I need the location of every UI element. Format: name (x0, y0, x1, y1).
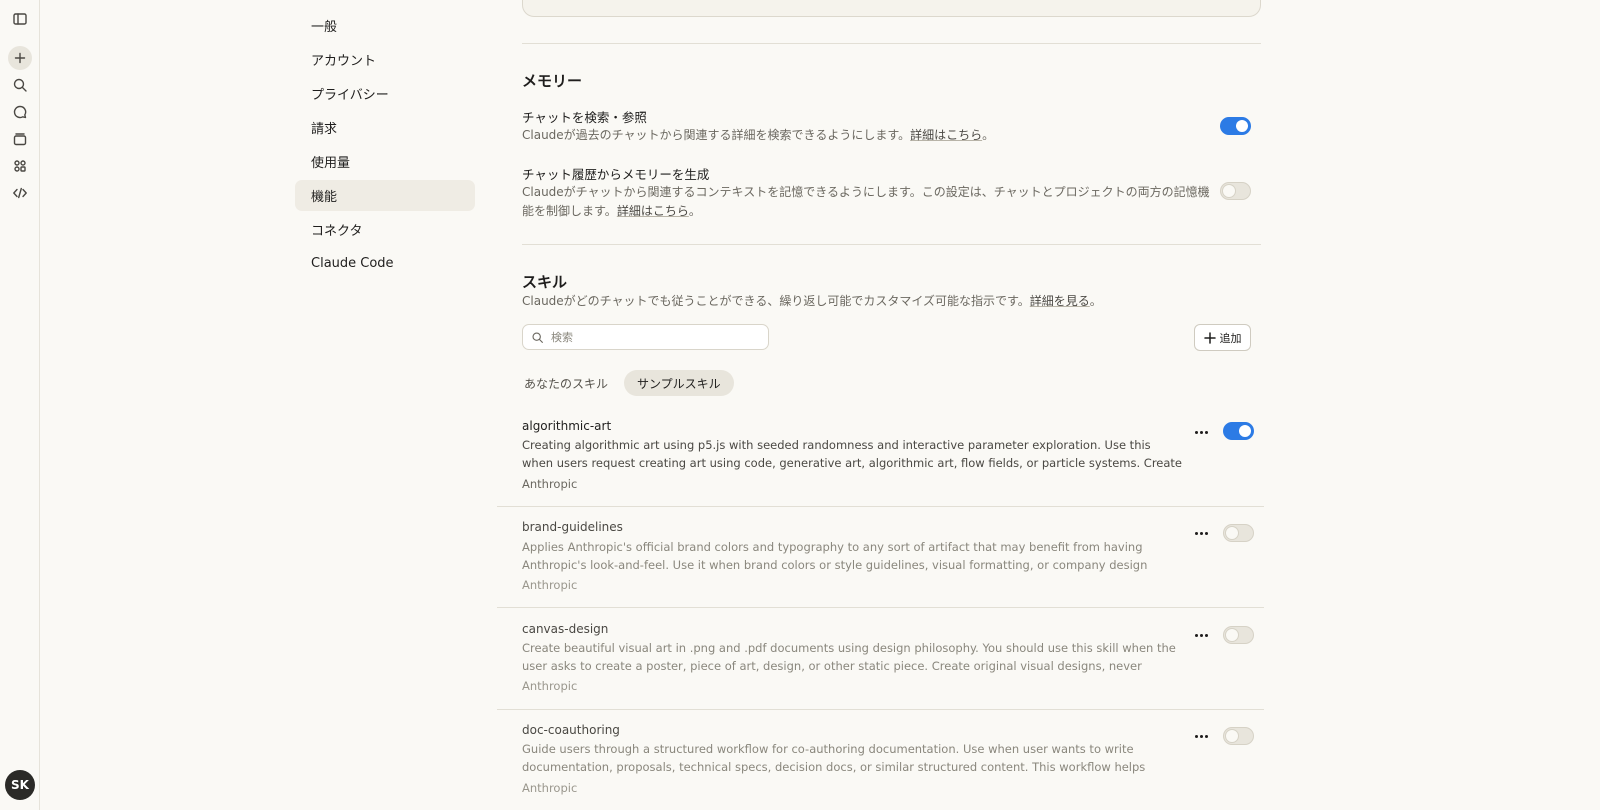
skill-more-menu-icon[interactable] (1190, 729, 1212, 743)
toggle-knob (1239, 425, 1251, 437)
projects-icon[interactable] (8, 127, 32, 151)
nav-item-usage[interactable]: 使用量 (300, 146, 485, 177)
icon-rail: SK (0, 0, 40, 810)
settings-nav: 一般 アカウント プライバシー 請求 使用量 機能 コネクタ Claude Co… (295, 10, 485, 282)
skills-search-input[interactable] (551, 330, 751, 344)
tab-sample-skills[interactable]: サンプルスキル (624, 370, 734, 396)
search-icon (532, 331, 543, 343)
add-skill-label: 追加 (1219, 331, 1242, 345)
divider (522, 43, 1261, 44)
new-chat-plus-icon[interactable] (8, 46, 32, 70)
skill-author: Anthropic (522, 679, 578, 693)
nav-item-account[interactable]: アカウント (300, 44, 485, 75)
toggle-knob (1226, 629, 1238, 641)
row-divider (497, 506, 1264, 507)
toggle-knob (1226, 730, 1238, 742)
generate-memory-toggle[interactable] (1220, 182, 1251, 200)
skill-toggle[interactable] (1223, 626, 1254, 644)
skill-desc: Creating algorithmic art using p5.js wit… (522, 438, 1182, 470)
skill-name: doc-coauthoring (522, 723, 620, 737)
avatar[interactable]: SK (5, 770, 35, 800)
skills-section-title: スキル (522, 273, 568, 291)
generate-memory-desc: Claudeがチャットから関連するコンテキストを記憶できるようにします。この設定… (522, 183, 1212, 221)
skill-more-menu-icon[interactable] (1190, 628, 1212, 642)
skill-desc: Guide users through a structured workflo… (522, 742, 1146, 774)
skill-more-menu-icon[interactable] (1190, 425, 1212, 439)
search-chats-desc-text: Claudeが過去のチャットから関連する詳細を検索できるようにします。 (522, 128, 911, 142)
skill-toggle[interactable] (1223, 524, 1254, 542)
tab-your-skills[interactable]: あなたのスキル (511, 370, 621, 396)
skills-desc-text: Claudeがどのチャットでも従うことができる、繰り返し可能でカスタマイズ可能な… (522, 294, 1030, 308)
skill-toggle[interactable] (1223, 422, 1254, 440)
settings-content: メモリー チャットを検索・参照 Claudeが過去のチャットから関連する詳細を検… (497, 0, 1282, 810)
search-chats-toggle[interactable] (1220, 117, 1251, 135)
search-chats-title: チャットを検索・参照 (522, 110, 647, 125)
skill-more-menu-icon[interactable] (1190, 526, 1212, 540)
skill-desc: Create beautiful visual art in .png and … (522, 641, 1176, 673)
skill-name: algorithmic-art (522, 419, 612, 433)
search-chats-learn-more-link[interactable]: 詳細はこちら (910, 128, 982, 142)
skills-desc: Claudeがどのチャットでも従うことができる、繰り返し可能でカスタマイズ可能な… (522, 292, 1242, 311)
skill-author: Anthropic (522, 781, 578, 795)
search-icon[interactable] (8, 73, 32, 97)
nav-item-billing[interactable]: 請求 (300, 112, 485, 143)
divider (522, 244, 1261, 245)
previous-section-box (522, 0, 1261, 17)
nav-item-claude-code[interactable]: Claude Code (300, 248, 485, 279)
memory-section-title: メモリー (522, 72, 583, 90)
toggle-knob (1226, 527, 1238, 539)
artifacts-icon[interactable] (8, 154, 32, 178)
skill-author: Anthropic (522, 578, 578, 592)
search-chats-desc: Claudeが過去のチャットから関連する詳細を検索できるようにします。詳細はこち… (522, 126, 1212, 145)
search-chats-desc-suffix: 。 (982, 128, 995, 142)
chat-icon[interactable] (8, 100, 32, 124)
toggle-knob (1223, 185, 1235, 197)
code-icon[interactable] (8, 181, 32, 205)
skill-desc: Applies Anthropic's official brand color… (522, 540, 1148, 572)
nav-item-features[interactable]: 機能 (295, 180, 475, 211)
plus-icon (1203, 331, 1216, 344)
skill-toggle[interactable] (1223, 727, 1254, 745)
app-root: SK 一般 アカウント プライバシー 請求 使用量 機能 コネクタ Claude… (0, 0, 1600, 810)
skills-desc-suffix: 。 (1089, 294, 1102, 308)
skill-name: brand-guidelines (522, 520, 623, 534)
generate-memory-desc-suffix: 。 (688, 204, 701, 218)
skill-author: Anthropic (522, 477, 578, 491)
skills-learn-more-link[interactable]: 詳細を見る (1030, 294, 1090, 308)
nav-item-privacy[interactable]: プライバシー (300, 78, 485, 109)
generate-memory-learn-more-link[interactable]: 詳細はこちら (617, 204, 689, 218)
row-divider (497, 709, 1264, 710)
sidebar-toggle-icon[interactable] (8, 7, 32, 31)
toggle-knob (1236, 120, 1248, 132)
skills-search-box[interactable] (522, 324, 769, 350)
generate-memory-title: チャット履歴からメモリーを生成 (522, 167, 710, 182)
nav-item-general[interactable]: 一般 (300, 10, 485, 41)
nav-item-connectors[interactable]: コネクタ (300, 214, 485, 245)
add-skill-button[interactable]: 追加 (1194, 324, 1251, 351)
row-divider (497, 607, 1264, 608)
skill-name: canvas-design (522, 622, 609, 636)
